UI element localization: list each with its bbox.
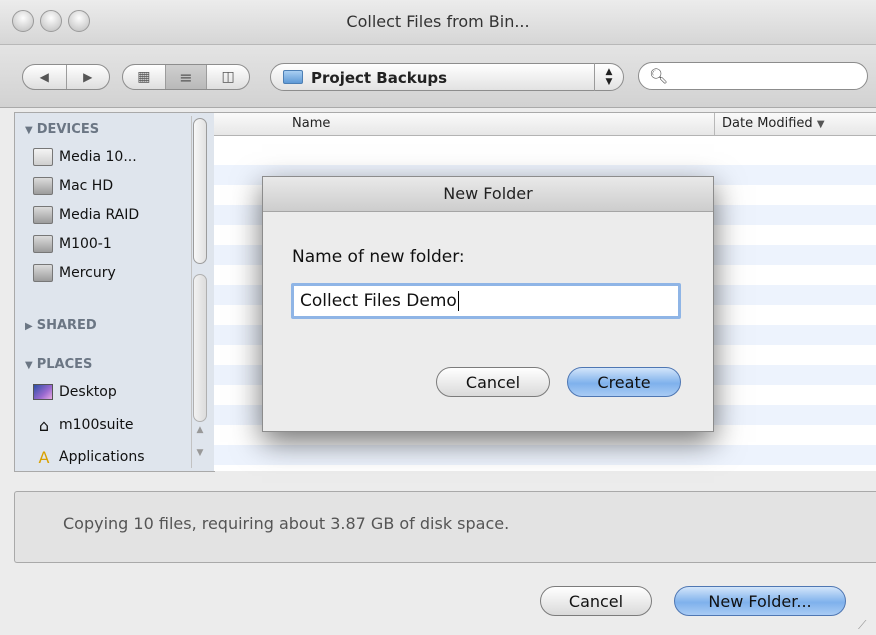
location-label: Project Backups bbox=[311, 69, 448, 87]
list-row bbox=[214, 445, 876, 465]
create-button[interactable]: Create bbox=[567, 367, 681, 397]
sidebar-item-mercury[interactable]: Mercury bbox=[33, 262, 116, 284]
disclosure-closed-icon: ▶ bbox=[25, 321, 33, 332]
icon-grid-icon: ▦ bbox=[137, 69, 151, 85]
sidebar-item-media10[interactable]: Media 10... bbox=[33, 146, 137, 168]
column-divider[interactable] bbox=[714, 113, 715, 135]
list-header: Name Date Modified ▼ bbox=[214, 113, 876, 136]
drive-icon bbox=[33, 264, 53, 282]
cancel-button[interactable]: Cancel bbox=[540, 586, 652, 616]
window-title: Collect Files from Bin... bbox=[346, 12, 530, 31]
search-icon: 🔍︎ bbox=[649, 67, 669, 85]
list-view-button[interactable]: ≡ bbox=[165, 65, 208, 89]
dialog-title: New Folder bbox=[263, 177, 713, 212]
sidebar-item-desktop[interactable]: Desktop bbox=[33, 381, 117, 403]
new-folder-button[interactable]: New Folder... bbox=[674, 586, 846, 616]
sidebar-item-mac-hd[interactable]: Mac HD bbox=[33, 175, 113, 197]
desktop-icon bbox=[33, 384, 53, 400]
dialog-cancel-button[interactable]: Cancel bbox=[436, 367, 550, 397]
drive-icon bbox=[33, 235, 53, 253]
list-icon: ≡ bbox=[179, 67, 193, 87]
folder-icon bbox=[283, 70, 303, 84]
back-arrow-icon: ◀ bbox=[39, 70, 49, 84]
status-text: Copying 10 files, requiring about 3.87 G… bbox=[63, 514, 510, 533]
sidebar-item-applications[interactable]: A Applications bbox=[33, 446, 145, 468]
sort-descending-icon: ▼ bbox=[816, 119, 825, 130]
places-section-header[interactable]: ▼ PLACES bbox=[25, 357, 92, 372]
title-bar: Collect Files from Bin... bbox=[0, 0, 876, 45]
folder-name-label: Name of new folder: bbox=[292, 247, 465, 267]
forward-button[interactable]: ▶ bbox=[67, 65, 110, 89]
popup-arrows-icon: ▲ ▼ bbox=[594, 63, 623, 91]
scroll-down-icon[interactable]: ▼ bbox=[193, 448, 207, 462]
columns-icon: ◫ bbox=[221, 69, 235, 85]
folder-name-input[interactable]: Collect Files Demo bbox=[291, 283, 681, 319]
shared-section-header[interactable]: ▶ SHARED bbox=[25, 318, 97, 333]
sidebar-item-media-raid[interactable]: Media RAID bbox=[33, 204, 139, 226]
sidebar: ▼ DEVICES Media 10... Mac HD Media RAID M… bbox=[14, 112, 215, 472]
new-folder-dialog: New Folder Name of new folder: Collect F… bbox=[262, 176, 714, 432]
home-icon: ⌂ bbox=[38, 415, 50, 435]
back-button[interactable]: ◀ bbox=[23, 65, 67, 89]
view-mode-control: ▦ ≡ ◫ bbox=[122, 64, 250, 90]
applications-icon: A bbox=[38, 447, 50, 467]
column-header-date-modified[interactable]: Date Modified ▼ bbox=[722, 116, 825, 131]
forward-arrow-icon: ▶ bbox=[83, 70, 93, 84]
scroll-up-icon[interactable]: ▲ bbox=[193, 425, 207, 439]
sidebar-item-m100suite[interactable]: ⌂ m100suite bbox=[33, 414, 134, 436]
drive-icon bbox=[33, 177, 53, 195]
status-panel: Copying 10 files, requiring about 3.87 G… bbox=[14, 491, 876, 563]
text-caret bbox=[457, 291, 459, 311]
devices-section-header[interactable]: ▼ DEVICES bbox=[25, 122, 99, 137]
disclosure-open-icon: ▼ bbox=[25, 125, 33, 136]
column-view-button[interactable]: ◫ bbox=[207, 65, 249, 89]
search-input[interactable]: 🔍︎ bbox=[638, 62, 868, 90]
drive-icon bbox=[33, 148, 53, 166]
location-popup[interactable]: Project Backups ▲ ▼ bbox=[270, 63, 624, 91]
icon-view-button[interactable]: ▦ bbox=[123, 65, 166, 89]
column-header-name[interactable]: Name bbox=[292, 116, 330, 131]
sidebar-scrollbar-lower[interactable] bbox=[193, 274, 207, 422]
sidebar-scrollbar-thumb[interactable] bbox=[193, 118, 207, 264]
resize-grip-icon[interactable]: ⟋ bbox=[858, 618, 872, 632]
disclosure-open-icon: ▼ bbox=[25, 360, 33, 371]
drive-icon bbox=[33, 206, 53, 224]
back-forward-control: ◀ ▶ bbox=[22, 64, 110, 90]
sidebar-item-m100-1[interactable]: M100-1 bbox=[33, 233, 112, 255]
